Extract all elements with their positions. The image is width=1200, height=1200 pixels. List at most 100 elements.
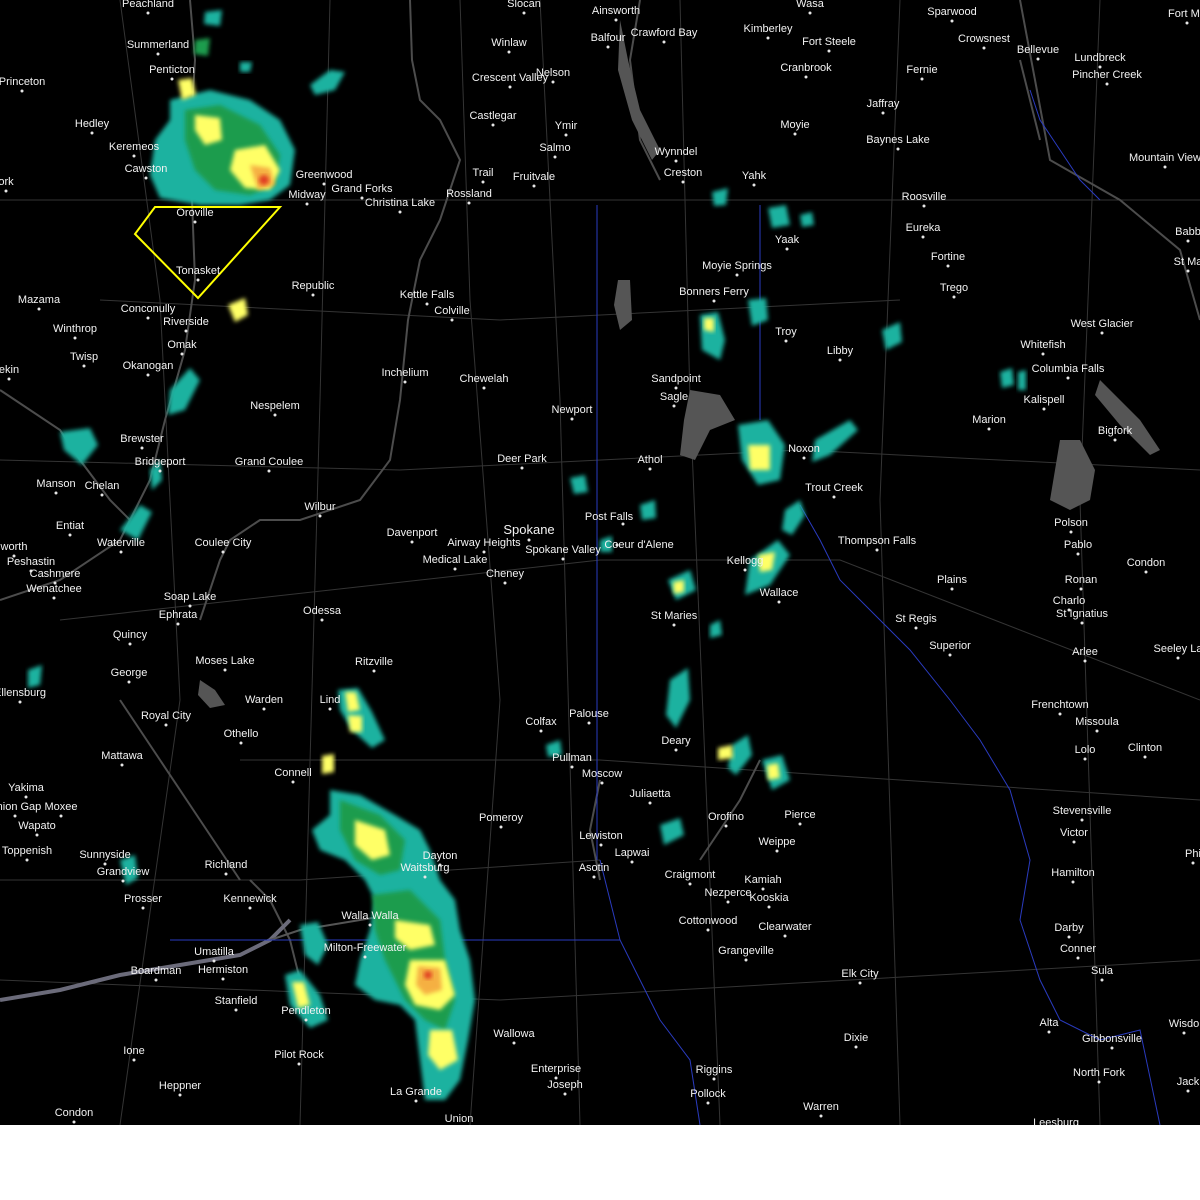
place-label: Deary — [661, 735, 691, 747]
place-dot — [410, 540, 414, 544]
place-label: Yaak — [774, 234, 800, 246]
place-dot — [1076, 956, 1080, 960]
place-label: Baynes Lake — [866, 134, 930, 146]
place-dot — [368, 923, 372, 927]
place-label: Superior — [929, 640, 971, 652]
place-label: Coulee City — [194, 537, 252, 549]
warning-polygon[interactable] — [133, 206, 283, 300]
place-label: Cranbrook — [780, 62, 832, 74]
place-label: Pilot Rock — [274, 1049, 324, 1061]
place-label: Peshastin — [6, 556, 56, 568]
place-dot — [1186, 269, 1190, 273]
place-label: Pablo — [1063, 539, 1093, 551]
place-label: Brewster — [120, 433, 164, 445]
place-dot — [363, 955, 367, 959]
place-label: Waitsburg — [400, 862, 450, 874]
place-dot — [752, 183, 756, 187]
place-dot — [414, 1099, 418, 1103]
place-label: Nespelem — [250, 400, 300, 412]
place-dot — [221, 977, 225, 981]
place-dot — [503, 581, 507, 585]
place-label: Fortine — [930, 251, 966, 263]
place-label: Inchelium — [381, 367, 429, 379]
place-dot — [1036, 57, 1040, 61]
place-dot — [467, 201, 471, 205]
place-label: Wenatchee — [26, 583, 82, 595]
place-label: Plains — [937, 574, 967, 586]
place-dot — [25, 858, 29, 862]
place-dot — [1143, 755, 1147, 759]
place-dot — [164, 723, 168, 727]
place-label: Kettle Falls — [399, 289, 455, 301]
place-label: Stevensville — [1052, 805, 1112, 817]
place-dot — [838, 358, 842, 362]
place-dot — [372, 669, 376, 673]
place-dot — [146, 11, 150, 15]
place-dot — [305, 202, 309, 206]
place-dot — [4, 189, 8, 193]
place-dot — [1080, 818, 1084, 822]
place-dot — [570, 765, 574, 769]
place-label: Whitefish — [1020, 339, 1066, 351]
place-dot — [775, 849, 779, 853]
place-label: Cottonwood — [678, 915, 738, 927]
place-label: Union — [444, 1113, 474, 1125]
place-label: St Maries — [650, 610, 698, 622]
place-label: Ellensburg — [0, 687, 46, 699]
place-dot — [403, 380, 407, 384]
place-dot — [564, 133, 568, 137]
place-label: Lundbreck — [1074, 52, 1126, 64]
place-label: Midway — [288, 189, 326, 201]
place-dot — [798, 822, 802, 826]
place-label: Polson — [1054, 517, 1088, 529]
place-label: Libby — [826, 345, 854, 357]
place-dot — [520, 466, 524, 470]
place-dot — [512, 1041, 516, 1045]
place-label: Thompson Falls — [837, 535, 917, 547]
place-label: Newport — [551, 404, 593, 416]
place-label: Othello — [223, 728, 259, 740]
place-dot — [72, 1120, 76, 1124]
place-label: Athol — [637, 454, 663, 466]
place-dot — [793, 132, 797, 136]
place-dot — [158, 469, 162, 473]
place-dot — [881, 111, 885, 115]
place-dot — [599, 843, 603, 847]
place-dot — [672, 404, 676, 408]
place-label: Colville — [434, 305, 470, 317]
place-label: Winlaw — [491, 37, 527, 49]
place-dot — [1100, 978, 1104, 982]
place-label: Oroville — [176, 207, 214, 219]
place-label: Ymir — [554, 120, 578, 132]
place-dot — [12, 554, 16, 558]
place-dot — [297, 1062, 301, 1066]
place-dot — [499, 825, 503, 829]
place-label: Davenport — [386, 527, 438, 539]
place-label: Grand Coulee — [234, 456, 304, 468]
place-label: Wisdo — [1168, 1018, 1200, 1030]
place-dot — [291, 780, 295, 784]
place-dot — [706, 1101, 710, 1105]
place-label: Connell — [274, 767, 312, 779]
place-label: Alta — [1039, 1017, 1059, 1029]
place-dot — [176, 622, 180, 626]
place-label: Okanogan — [122, 360, 174, 372]
place-label: Boardman — [130, 965, 182, 977]
place-dot — [827, 49, 831, 53]
place-label: Post Falls — [584, 511, 634, 523]
place-label: Lewiston — [579, 830, 623, 842]
place-label: Stanfield — [214, 995, 258, 1007]
place-label: Charlo — [1052, 595, 1086, 607]
place-dot — [1072, 840, 1076, 844]
place-dot — [73, 336, 77, 340]
place-label: Sunnyside — [79, 849, 131, 861]
place-dot — [1076, 552, 1080, 556]
place-dot — [425, 302, 429, 306]
place-dot — [614, 18, 618, 22]
place-label: Chewelah — [459, 373, 509, 385]
place-label: Bridgeport — [134, 456, 186, 468]
place-label: Troy — [775, 326, 797, 338]
place-dot — [1083, 659, 1087, 663]
place-dot — [785, 247, 789, 251]
radar-map[interactable]: Peachland Slocan Ainsworth Wasa Sparwood Fort… — [0, 0, 1200, 1125]
